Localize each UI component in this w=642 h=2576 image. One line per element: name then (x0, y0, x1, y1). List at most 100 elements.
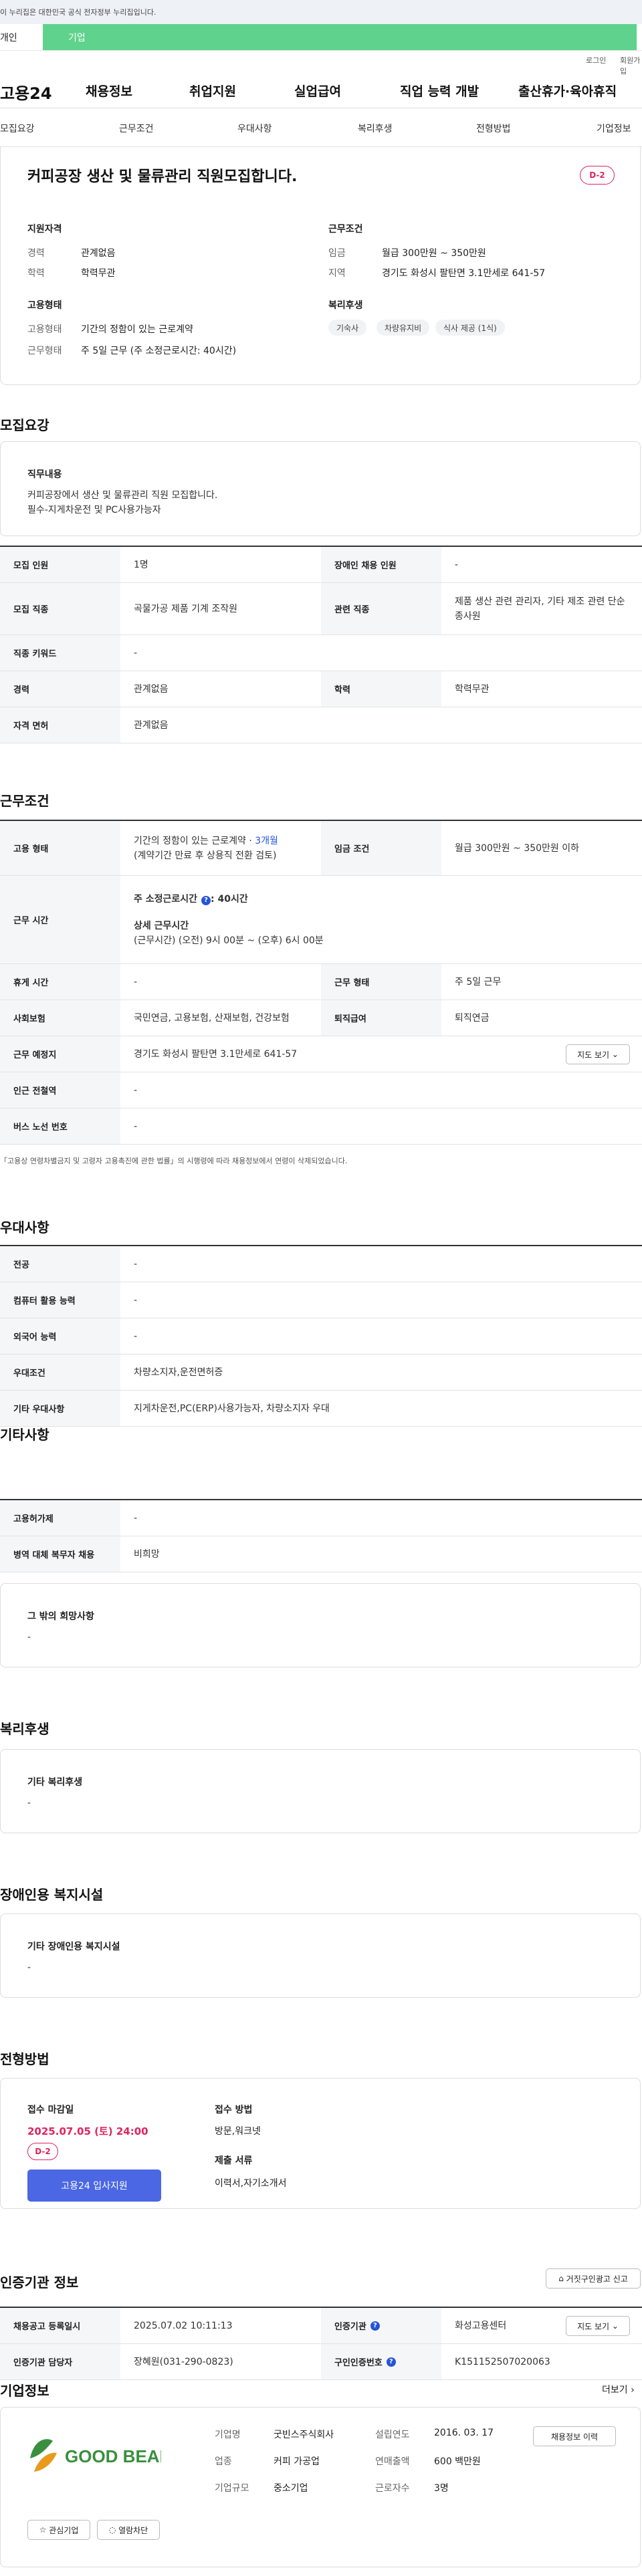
warning-icon: ⌂ (558, 2274, 564, 2283)
table-header: 인증기관 담당자 (0, 2344, 120, 2379)
table-header: 모집 인원 (0, 547, 120, 582)
selection-box: 접수 마감일 2025.07.05 (토) 24:00 D-2 고용24 입사지… (0, 2078, 641, 2209)
lnb-item-recruit[interactable]: 모집요강 (0, 122, 35, 135)
table-header: 외국어 능력 (0, 1318, 120, 1354)
agency-map-button[interactable]: 지도 보기 ⌄ (566, 2316, 630, 2336)
gnb-item-leave[interactable]: 출산휴가·육아휴직 (518, 82, 617, 100)
welfare-box: 기타 복리후생 - (0, 1749, 641, 1833)
agency-map-label: 지도 보기 (577, 2321, 610, 2331)
table-row: 전공 - (0, 1246, 642, 1282)
welfare-box-heading: 기타 복리후생 (27, 1777, 83, 1788)
table-row: 버스 노선 번호 - (0, 1108, 642, 1145)
block-view-label: 열람차단 (118, 2525, 148, 2535)
gov-banner-text: 이 누리집은 대한민국 공식 전자정부 누리집입니다. (0, 8, 156, 17)
work-value: 월급 300만원 ~ 350만원 (382, 248, 486, 259)
company-more-link[interactable]: 더보기 › (602, 2383, 635, 2396)
table-row: 자격 면허 관계없음 (0, 707, 642, 743)
job-history-button[interactable]: 채용정보 이력 (533, 2426, 616, 2446)
site-logo[interactable]: 고용24 (0, 80, 52, 104)
dday-badge: D-2 (580, 166, 615, 185)
hope-box: 그 밖의 희망사항 - (0, 1583, 641, 1667)
work-heading: 근무조건 (328, 224, 363, 235)
company-key: 기업명 (215, 2430, 241, 2440)
qual-value: 학력무관 (81, 268, 116, 279)
duty-line: 커피공장에서 생산 및 물류관리 직원 모집합니다. (27, 490, 218, 501)
employ-type-text: 기간의 정함이 있는 근로계약 · (134, 835, 255, 846)
table-row: 병역 대체 복무자 채용 비희망 (0, 1536, 642, 1572)
map-view-button[interactable]: 지도 보기 ⌄ (566, 1044, 630, 1064)
chevron-down-icon: ⌄ (611, 2321, 619, 2331)
disabled-box-heading: 기타 장애인용 복지시설 (27, 1942, 120, 1952)
table-cell: - (134, 1294, 138, 1306)
table-cell: - (134, 1258, 138, 1270)
table-header: 근무 예정지 (0, 1036, 120, 1072)
table-cell: - (134, 1512, 138, 1524)
lnb-item-condition[interactable]: 근무조건 (119, 122, 154, 135)
disabled-title: 장애인용 복지시설 (0, 1887, 104, 1903)
lnb-item-welfare[interactable]: 복리후생 (358, 122, 393, 135)
table-cell: 차량소지자,운전면허증 (134, 1367, 223, 1378)
table-header: 근무 시간 (0, 876, 120, 963)
table-header: 채용공고 등록일시 (0, 2308, 120, 2343)
table-header: 휴게 시간 (0, 964, 120, 1000)
table-row: 고용 형태 기간의 정함이 있는 근로계약 · 3개월 (계약기간 만료 후 상… (0, 821, 642, 876)
work-value: 경기도 화성시 팔탄면 3.1만세로 641-57 (382, 268, 546, 279)
table-cell: 학력무관 (455, 683, 490, 695)
weekly-hours-line: 주 소정근로시간?: 40시간 (134, 893, 248, 905)
table-header: 관련 직종 (321, 583, 441, 634)
table-row: 채용공고 등록일시 2025.07.02 10:11:13 인증기관? 화성고용… (0, 2308, 642, 2344)
gnb-item-jobs[interactable]: 채용정보 (86, 82, 132, 100)
star-icon: ☆ (39, 2525, 47, 2535)
agency-table: 채용공고 등록일시 2025.07.02 10:11:13 인증기관? 화성고용… (0, 2307, 642, 2380)
false-ad-report-label: 거짓구인광고 신고 (566, 2274, 628, 2284)
util-bar: 로그인 회원가입 (0, 51, 642, 76)
company-value: 굿빈스주식회사 (274, 2430, 334, 2440)
false-ad-report-button[interactable]: ⌂ 거짓구인광고 신고 (546, 2268, 641, 2289)
welfare-chip: 기숙사 (328, 320, 367, 336)
qual-key: 학력 (27, 268, 45, 279)
chevron-right-icon: › (631, 2385, 635, 2395)
qual-key: 경력 (27, 248, 45, 259)
detail-hours-value: (근무시간) (오전) 9시 00분 ~ (오후) 6시 00분 (134, 935, 324, 946)
company-key: 업종 (215, 2456, 232, 2467)
gnb-item-employment-support[interactable]: 취업지원 (189, 82, 236, 100)
tab-company[interactable]: 기업 (43, 24, 637, 50)
work-key: 임금 (328, 248, 346, 259)
login-link[interactable]: 로그인 (586, 55, 606, 66)
table-cell: - (455, 559, 459, 570)
table-header: 학력 (321, 671, 441, 707)
table-row: 근무 예정지 경기도 화성시 팔탄면 3.1만세로 641-57 지도 보기 ⌄ (0, 1036, 642, 1072)
duty-box: 직무내용 커피공장에서 생산 및 물류관리 직원 모집합니다. 필수-지게차운전… (0, 441, 641, 536)
tab-personal[interactable]: 개인 (0, 24, 43, 50)
table-row: 기타 우대사항 지게차운전,PC(ERP)사용가능자, 차량소지자 우대 (0, 1391, 642, 1427)
etc-table: 고용허가제 - 병역 대체 복무자 채용 비희망 (0, 1499, 642, 1572)
gnb-item-unemployment-benefit[interactable]: 실업급여 (294, 82, 341, 100)
table-header: 경력 (0, 671, 120, 707)
lnb-item-selection[interactable]: 전형방법 (476, 122, 511, 135)
table-header: 전공 (0, 1246, 120, 1282)
table-row: 우대조건 차량소지자,운전면허증 (0, 1355, 642, 1391)
company-logo: GOOD BEANS (27, 2432, 184, 2478)
etc-title: 기타사항 (0, 1427, 49, 1443)
agency-org-label: 인증기관 (334, 2322, 366, 2332)
info-icon[interactable]: ? (386, 2357, 396, 2367)
recruit-table: 모집 인원 1명 장애인 채용 인원 - 모집 직종 곡물가공 제품 기계 조작… (0, 546, 642, 743)
table-header: 기타 우대사항 (0, 1391, 120, 1426)
table-header: 사회보험 (0, 1000, 120, 1036)
info-icon[interactable]: ? (201, 895, 211, 905)
apply-button[interactable]: 고용24 입사지원 (27, 2170, 161, 2202)
method-heading: 접수 방법 (215, 2105, 253, 2115)
lnb-item-company[interactable]: 기업정보 (597, 122, 631, 135)
block-view-button[interactable]: ◌ 열람차단 (97, 2520, 160, 2540)
info-icon[interactable]: ? (370, 2321, 380, 2331)
table-header: 근무 형태 (321, 964, 441, 1000)
gnb-item-skill-dev[interactable]: 직업 능력 개발 (400, 82, 479, 100)
global-nav: 고용24 채용정보 취업지원 실업급여 직업 능력 개발 출산휴가·육아휴직 (0, 67, 642, 108)
welfare-heading: 복리후생 (328, 300, 363, 311)
welfare-title: 복리후생 (0, 1721, 49, 1737)
map-view-label: 지도 보기 (577, 1050, 610, 1060)
interest-company-button[interactable]: ☆ 관심기업 (27, 2520, 90, 2540)
employ-type-note: (계약기간 만료 후 상용직 전환 검토) (134, 850, 277, 861)
lnb-item-preference[interactable]: 우대사항 (237, 122, 272, 135)
table-header: 장애인 채용 인원 (321, 547, 441, 582)
